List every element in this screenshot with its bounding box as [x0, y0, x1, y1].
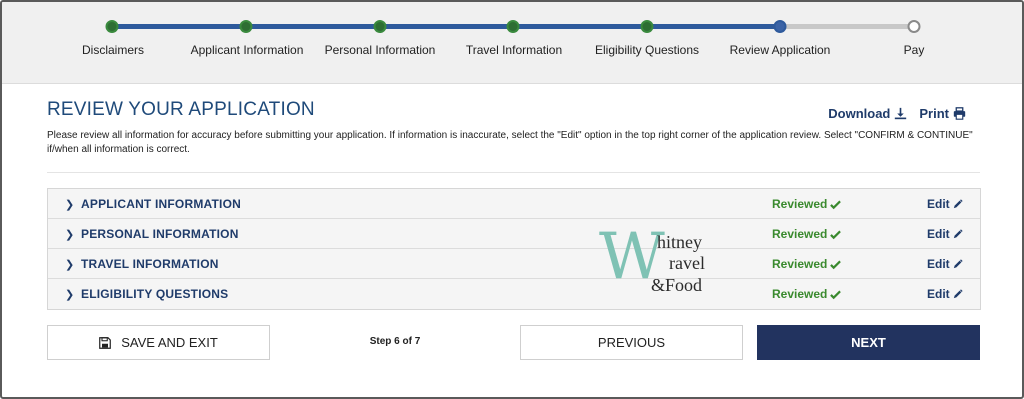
step-dot-disclaimers — [105, 20, 119, 33]
reviewed-status: Reviewed — [772, 227, 842, 241]
reviewed-label: Reviewed — [772, 197, 828, 211]
pencil-icon — [953, 199, 963, 209]
review-instructions: Please review all information for accura… — [47, 130, 973, 155]
save-and-exit-label: SAVE AND EXIT — [121, 335, 218, 350]
print-label: Print — [919, 106, 949, 121]
step-label-disclaimers: Disclaimers — [81, 43, 145, 57]
section-personal-information[interactable]: ❯ PERSONAL INFORMATION Reviewed Edit — [48, 219, 980, 249]
checkmark-icon — [830, 200, 842, 209]
edit-button[interactable]: Edit — [927, 257, 963, 271]
checkmark-icon — [830, 230, 842, 239]
floppy-disk-icon — [99, 336, 112, 349]
section-travel-information[interactable]: ❯ TRAVEL INFORMATION Reviewed Edit — [48, 249, 980, 279]
application-frame: Disclaimers Applicant Information Person… — [0, 0, 1024, 399]
next-label: NEXT — [851, 335, 886, 350]
chevron-right-icon: ❯ — [65, 199, 75, 211]
step-dot-applicant-information — [239, 20, 253, 33]
step-dot-pay — [907, 20, 921, 33]
progress-track-remaining — [780, 24, 914, 29]
printer-icon — [953, 107, 966, 120]
pencil-icon — [953, 289, 963, 299]
previous-button[interactable]: PREVIOUS — [520, 325, 743, 360]
reviewed-label: Reviewed — [772, 227, 828, 241]
page-title: REVIEW YOUR APPLICATION — [47, 99, 315, 120]
edit-button[interactable]: Edit — [927, 197, 963, 211]
chevron-right-icon: ❯ — [65, 229, 75, 241]
next-button[interactable]: NEXT — [757, 325, 980, 360]
section-title: APPLICANT INFORMATION — [81, 197, 241, 211]
edit-label: Edit — [927, 227, 950, 241]
previous-label: PREVIOUS — [597, 335, 666, 350]
download-button[interactable]: Download — [828, 106, 907, 121]
checkmark-icon — [830, 260, 842, 269]
edit-label: Edit — [927, 257, 950, 271]
section-title: ELIGIBILITY QUESTIONS — [81, 287, 229, 301]
divider — [47, 172, 980, 173]
pencil-icon — [953, 229, 963, 239]
step-dot-review-application — [773, 20, 787, 33]
edit-button[interactable]: Edit — [927, 287, 963, 301]
edit-label: Edit — [927, 287, 950, 301]
step-label-travel-information: Travel Information — [465, 43, 563, 57]
checkmark-icon — [830, 290, 842, 299]
reviewed-status: Reviewed — [772, 287, 842, 301]
section-title: TRAVEL INFORMATION — [81, 257, 219, 271]
section-eligibility-questions[interactable]: ❯ ELIGIBILITY QUESTIONS Reviewed Edit — [48, 279, 980, 309]
page-actions: Download Print — [828, 106, 966, 121]
edit-button[interactable]: Edit — [927, 227, 963, 241]
reviewed-status: Reviewed — [772, 197, 842, 211]
reviewed-label: Reviewed — [772, 257, 828, 271]
step-label-eligibility-questions: Eligibility Questions — [594, 43, 700, 57]
step-dot-personal-information — [373, 20, 387, 33]
edit-label: Edit — [927, 197, 950, 211]
review-sections: ❯ APPLICANT INFORMATION Reviewed Edit ❯ … — [47, 188, 981, 310]
progress-stepper: Disclaimers Applicant Information Person… — [2, 2, 1022, 84]
reviewed-status: Reviewed — [772, 257, 842, 271]
step-dot-eligibility-questions — [640, 20, 654, 33]
progress-track-complete — [112, 24, 780, 29]
pencil-icon — [953, 259, 963, 269]
section-applicant-information[interactable]: ❯ APPLICANT INFORMATION Reviewed Edit — [48, 189, 980, 219]
download-label: Download — [828, 106, 891, 121]
chevron-right-icon: ❯ — [65, 289, 75, 301]
step-label-pay: Pay — [903, 43, 925, 57]
step-dot-travel-information — [506, 20, 520, 33]
chevron-right-icon: ❯ — [65, 259, 75, 271]
print-button[interactable]: Print — [919, 106, 966, 121]
step-label-applicant-information: Applicant Information — [190, 43, 304, 57]
download-icon — [895, 107, 907, 120]
save-and-exit-button[interactable]: SAVE AND EXIT — [47, 325, 270, 360]
reviewed-label: Reviewed — [772, 287, 828, 301]
step-counter: Step 6 of 7 — [369, 336, 421, 347]
step-label-review-application: Review Application — [729, 43, 831, 57]
section-title: PERSONAL INFORMATION — [81, 227, 239, 241]
step-label-personal-information: Personal Information — [324, 43, 436, 57]
